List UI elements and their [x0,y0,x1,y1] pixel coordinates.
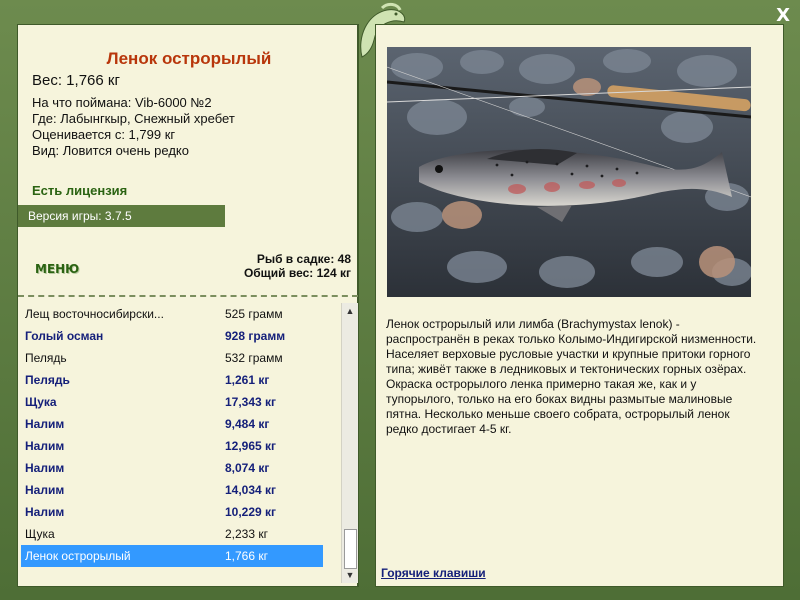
keepnet-total-weight: Общий вес: 124 кг [243,266,351,280]
catch-list-item[interactable]: Налим 14,034 кг [21,479,323,501]
catch-fish-name: Пелядь [25,351,67,365]
catch-fish-name: Пелядь [25,373,70,387]
catch-list-scrollbar[interactable]: ▲ ▼ [341,303,358,583]
catch-fish-weight: 9,484 кг [225,417,270,431]
catch-fish-name: Налим [25,417,65,431]
valued-from: Оценивается с: 1,799 кг [32,127,176,142]
catch-list-item[interactable]: Налим 10,229 кг [21,501,323,523]
catch-list-item[interactable]: Ленок острорылый 1,766 кг [21,545,323,567]
catch-list-item[interactable]: Налим 8,074 кг [21,457,323,479]
fish-info-panel: Ленок острорылый Вес: 1,766 кг На что по… [17,24,359,587]
catch-fish-name: Щука [25,527,55,541]
menu-button[interactable]: МЕНЮ [35,262,79,276]
catch-fish-weight: 532 грамм [225,351,283,365]
catch-list-item[interactable]: Щука 17,343 кг [21,391,323,413]
close-button[interactable]: X [776,5,790,26]
caught-on: На что поймана: Vib-6000 №2 [32,95,212,110]
catch-fish-name: Щука [25,395,57,409]
fish-photo-illustration [387,47,751,297]
catch-fish-name: Налим [25,483,65,497]
catch-fish-weight: 525 грамм [225,307,283,321]
fish-description: Ленок острорылый или лимба (Brachymystax… [386,317,757,436]
catch-list-item[interactable]: Налим 9,484 кг [21,413,323,435]
catch-list-item[interactable]: Голый осман 928 грамм [21,325,323,347]
keepnet-count: Рыб в садке: 48 [256,252,351,266]
license-status: Есть лицензия [32,183,128,198]
catch-fish-name: Налим [25,461,65,475]
fish-photo [387,47,751,297]
catch-list-item[interactable]: Щука 2,233 кг [21,523,323,545]
fish-description-panel: Ленок острорылый или лимба (Brachymystax… [375,24,784,587]
catch-fish-name: Ленок острорылый [25,549,131,563]
catch-list-item[interactable]: Налим 12,965 кг [21,435,323,457]
catch-fish-weight: 1,766 кг [225,549,268,563]
catch-fish-weight: 928 грамм [225,329,286,343]
catch-list-item[interactable]: Лещ восточносибирски... 525 грамм [21,303,323,325]
catch-fish-weight: 14,034 кг [225,483,277,497]
catch-fish-name: Налим [25,439,65,453]
catch-fish-weight: 10,229 кг [225,505,277,519]
scrollbar-thumb[interactable] [344,529,357,569]
game-version: Версия игры: 3.7.5 [18,205,225,227]
catch-fish-name: Лещ восточносибирски... [25,307,164,321]
keepnet-summary: Рыб в садке: 48 Общий вес: 124 кг [244,252,351,280]
fish-rarity: Вид: Ловится очень редко [32,143,189,158]
catch-fish-weight: 1,261 кг [225,373,270,387]
catch-fish-weight: 8,074 кг [225,461,270,475]
fish-weight: Вес: 1,766 кг [32,72,120,89]
catch-fish-name: Голый осман [25,329,104,343]
fish-title: Ленок острорылый [106,49,272,68]
arrow-down-icon[interactable]: ▼ [342,567,358,583]
catch-fish-weight: 12,965 кг [225,439,277,453]
catch-fish-name: Налим [25,505,65,519]
arrow-up-icon[interactable]: ▲ [342,303,358,319]
catch-fish-weight: 17,343 кг [225,395,277,409]
catch-list[interactable]: Лещ восточносибирски... 525 грамм Голый ос… [21,303,323,567]
close-icon[interactable]: X [776,5,790,26]
catch-list-item[interactable]: Пелядь 532 грамм [21,347,323,369]
catch-location: Где: Лабынгкыр, Снежный хребет [32,111,235,126]
catch-list-item[interactable]: Пелядь 1,261 кг [21,369,323,391]
catch-fish-weight: 2,233 кг [225,527,268,541]
hotkeys-link[interactable]: Горячие клавиши [381,566,486,580]
divider [18,295,358,297]
